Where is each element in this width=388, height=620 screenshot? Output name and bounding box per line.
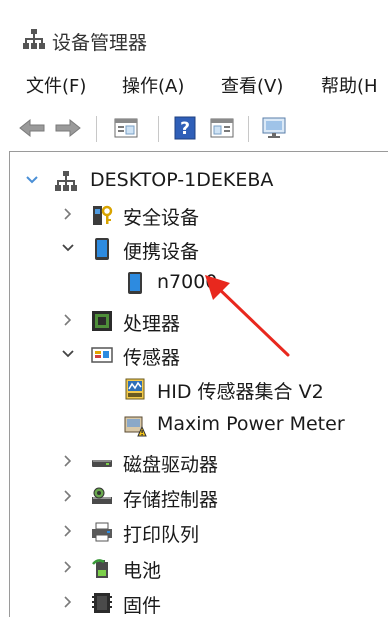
chevron-right-icon[interactable] [61,207,75,221]
tree-item-label: 打印队列 [123,524,200,546]
window-title: 设备管理器 [52,32,148,54]
tree-item-label: 存储控制器 [123,489,219,511]
chevron-right-icon[interactable] [61,313,75,327]
disk-drive-icon [92,460,112,467]
back-icon[interactable] [18,116,46,140]
scan-monitor-icon[interactable] [260,116,288,140]
tree-item-label: 传感器 [123,347,181,369]
annotation-arrow [205,275,290,357]
tree-item-label: Maxim Power Meter [157,413,345,435]
tree-item-n7000[interactable]: n7000 [10,266,380,300]
tree-item-maxim-power-meter[interactable]: Maxim Power Meter [10,408,380,442]
chevron-down-icon[interactable] [61,241,75,255]
storage-controller-icon [92,487,112,504]
tree-item-print-queues[interactable]: 打印队列 [10,515,380,549]
tree-item-label: 便携设备 [123,241,200,263]
battery-icon [92,559,108,578]
tree-item-batteries[interactable]: 电池 [10,551,380,585]
power-meter-warning-icon [124,416,147,437]
svg-text:?: ? [180,119,190,139]
sensor-icon [91,347,113,363]
computer-icon [55,171,77,191]
tree-item-hid-sensor-collection[interactable]: HID 传感器集合 V2 [10,372,380,406]
sensor-collection-icon [125,378,145,400]
toolbar-separator [158,116,159,142]
chevron-right-icon[interactable] [61,454,75,468]
tree-item-sensors[interactable]: 传感器 [10,338,380,372]
tree-root-label: DESKTOP-1DEKEBA [90,169,274,191]
chevron-right-icon[interactable] [61,489,75,503]
chevron-right-icon[interactable] [61,524,75,538]
menu-view[interactable]: 查看(V) [221,72,283,98]
title-bar: 设备管理器 [0,0,388,62]
menu-file[interactable]: 文件(F) [26,72,86,98]
tree-item-label: 磁盘驱动器 [123,454,219,476]
tree-item-disk-drives[interactable]: 磁盘驱动器 [10,445,380,479]
toolbar-separator [248,116,249,142]
tree-item-label: 固件 [123,595,162,617]
portable-device-icon [128,272,142,294]
tree-item-processors[interactable]: 处理器 [10,304,380,338]
toolbar-separator [96,116,97,142]
device-manager-icon [23,29,45,49]
tree-item-firmware[interactable]: 固件 [10,586,380,620]
firmware-icon [92,593,112,613]
device-tree: DESKTOP-1DEKEBA 安全设备 便携设备 n7000 处理器 传感器 … [9,151,388,617]
forward-icon[interactable] [54,116,82,140]
chevron-right-icon[interactable] [61,595,75,609]
tree-item-label: 安全设备 [123,207,200,229]
menu-action[interactable]: 操作(A) [122,72,184,98]
portable-device-icon [95,238,109,260]
properties-icon[interactable] [112,116,140,140]
toolbar: ? [0,106,388,148]
security-device-icon [93,205,113,225]
menu-bar: 文件(F) 操作(A) 查看(V) 帮助(H [0,62,388,106]
help-icon[interactable]: ? [172,116,200,140]
chevron-right-icon[interactable] [61,560,75,574]
chevron-down-icon[interactable] [25,173,39,187]
tree-item-label: HID 传感器集合 V2 [157,381,324,403]
menu-help[interactable]: 帮助(H [321,72,378,98]
printer-icon [92,522,112,542]
processor-icon [92,311,112,331]
tree-item-security-devices[interactable]: 安全设备 [10,198,380,232]
tree-item-label: 电池 [123,560,162,582]
tree-root[interactable]: DESKTOP-1DEKEBA [10,164,380,198]
chevron-down-icon[interactable] [61,347,75,361]
tree-item-label: 处理器 [123,313,181,335]
tree-item-storage-controllers[interactable]: 存储控制器 [10,480,380,514]
details-icon[interactable] [208,116,236,140]
tree-item-portable-devices[interactable]: 便携设备 [10,232,380,266]
